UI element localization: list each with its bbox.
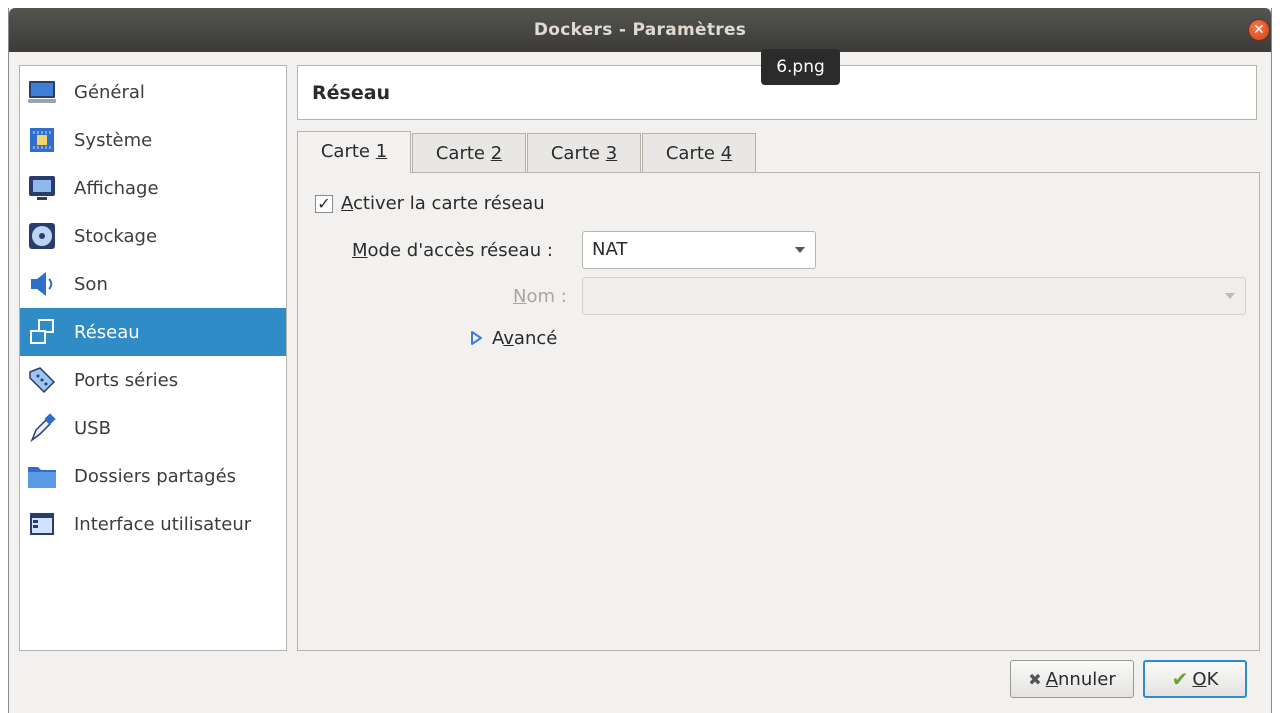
sidebar-item-label: Ports séries [74,369,179,391]
tab-carte-2[interactable]: Carte 2 [412,133,526,173]
folder-icon [27,461,57,491]
sidebar-item-label: Interface utilisateur [74,513,252,535]
sidebar-item-label: Affichage [74,177,159,199]
tab-label: Carte [320,141,376,162]
advanced-expander[interactable]: Avancé [470,328,557,350]
sidebar-item-label: Stockage [74,225,158,247]
sidebar-item-display[interactable]: Affichage [20,164,286,212]
tab-mnemonic: 1 [375,141,388,162]
network-icon [27,317,57,347]
speaker-icon [27,269,57,299]
ok-mnemonic: O [1192,668,1207,690]
advanced-mnemonic: v [503,328,514,349]
close-icon[interactable]: ✕ [1249,20,1269,40]
sidebar-item-shared-folders[interactable]: Dossiers partagés [20,452,286,500]
cancel-icon: ✖ [1028,669,1042,689]
tab-carte-1[interactable]: Carte 1 [297,131,411,173]
ok-label: K [1206,668,1219,690]
usb-icon [27,413,57,443]
adapter-name-label: Nom : [513,286,567,307]
sidebar-item-general[interactable]: Général [20,68,286,116]
attachment-mode-select[interactable]: NAT [582,231,816,269]
display-icon [27,173,57,203]
sidebar-item-label: Système [74,129,153,151]
adapter-name-select[interactable] [582,277,1246,315]
sidebar-item-label: Réseau [74,321,140,343]
adapter-name-text: om : [526,286,567,307]
chevron-down-icon [795,247,805,253]
sidebar-item-network[interactable]: Réseau [20,308,286,356]
sidebar-item-system[interactable]: Système [20,116,286,164]
settings-sidebar: Général Système Affichage Stockage Son R… [19,65,287,651]
tab-label: Carte [665,143,721,164]
sidebar-item-usb[interactable]: USB [20,404,286,452]
tab-label: Carte [550,143,606,164]
expand-triangle-icon [470,329,482,350]
sidebar-item-label: Dossiers partagés [74,465,237,487]
tab-carte-4[interactable]: Carte 4 [642,133,756,173]
title-bar[interactable]: Dockers - Paramètres ✕ [9,8,1271,52]
enable-adapter-checkbox[interactable]: ✓ [315,195,333,213]
attachment-mode-value: NAT [592,239,628,260]
tab-mnemonic: 2 [490,143,503,164]
enable-adapter-label[interactable]: Activer la carte réseau [341,193,545,214]
sidebar-item-serial-ports[interactable]: Ports séries [20,356,286,404]
cancel-mnemonic: A [1045,668,1059,690]
advanced-text-rest: ancé [513,328,558,349]
tab-mnemonic: 3 [605,143,618,164]
tab-label: Carte [435,143,491,164]
sidebar-item-label: Général [74,81,145,103]
enable-adapter-mnemonic: A [341,193,353,214]
attachment-mode-mnemonic: M [352,240,368,261]
ui-window-icon [27,509,57,539]
tab-mnemonic: 4 [720,143,733,164]
chevron-down-icon [1225,293,1235,299]
window-title: Dockers - Paramètres [533,20,747,40]
advanced-text: A [492,328,504,349]
tab-carte-3[interactable]: Carte 3 [527,133,641,173]
sidebar-item-sound[interactable]: Son [20,260,286,308]
adapter-name-mnemonic: N [513,286,527,307]
sidebar-item-storage[interactable]: Stockage [20,212,286,260]
enable-adapter-text: ctiver la carte réseau [353,193,545,214]
sidebar-item-user-interface[interactable]: Interface utilisateur [20,500,286,548]
ok-button[interactable]: ✔ O K [1143,660,1247,698]
attachment-mode-label: Mode d'accès réseau : [352,240,553,261]
sidebar-item-label: Son [74,273,108,295]
monitor-icon [27,77,57,107]
attachment-mode-text: ode d'accès réseau : [367,240,553,261]
cancel-label: nnuler [1058,668,1116,690]
cancel-button[interactable]: ✖ Annuler [1010,660,1134,698]
filename-tooltip: 6.png [761,49,840,85]
serial-port-icon [27,365,57,395]
disk-icon [27,221,57,251]
chip-icon [27,125,57,155]
sidebar-item-label: USB [74,417,111,439]
check-icon: ✔ [1171,667,1189,691]
